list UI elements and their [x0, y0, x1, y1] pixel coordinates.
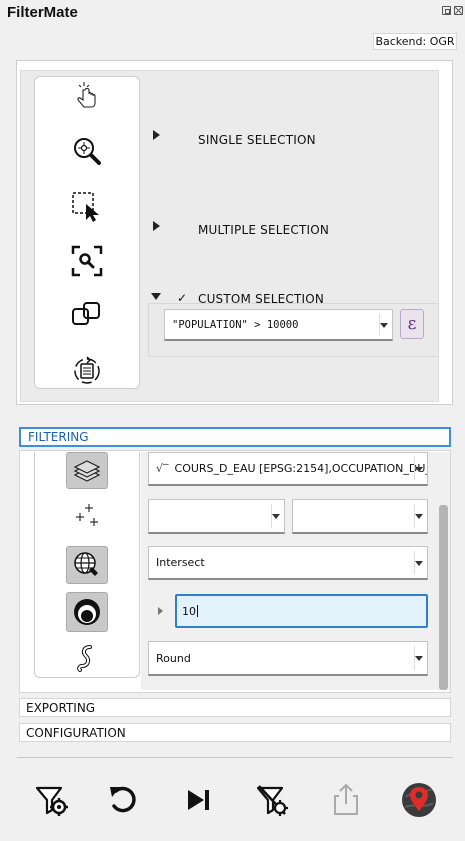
filter-settings-icon[interactable]: [32, 780, 72, 820]
export-share-icon[interactable]: [326, 780, 366, 820]
geo-predicate-icon[interactable]: [66, 546, 108, 584]
right-field-combo[interactable]: [292, 499, 428, 534]
backend-badge: Backend: OGR: [373, 33, 457, 50]
chevron-down-icon: [272, 514, 280, 519]
skip-next-icon[interactable]: [178, 780, 218, 820]
layers-toggle-icon[interactable]: [66, 452, 108, 489]
undo-icon[interactable]: [104, 780, 144, 820]
expression-builder-button[interactable]: ε: [400, 309, 424, 339]
clear-filter-icon[interactable]: [252, 780, 292, 820]
custom-expression-combo[interactable]: "POPULATION" > 10000: [164, 309, 393, 341]
buffer-distance-input[interactable]: 10: [175, 594, 428, 628]
custom-expression-text: "POPULATION" > 10000: [172, 318, 299, 331]
source-layers-combo[interactable]: √‾ COURS_D_EAU [EPSG:2154],OCCUPATION_DU…: [148, 452, 428, 486]
geometric-predicate-combo[interactable]: Intersect: [148, 546, 428, 580]
buffer-icon[interactable]: [66, 592, 108, 632]
float-window-icon[interactable]: [442, 6, 451, 15]
multiple-selection-label[interactable]: MULTIPLE SELECTION: [198, 223, 329, 237]
chevron-down-icon: [415, 656, 423, 661]
single-selection-label[interactable]: SINGLE SELECTION: [198, 133, 316, 147]
chevron-down-icon: [380, 322, 388, 328]
buffer-distance-value: 10: [182, 604, 196, 618]
identify-feature-icon[interactable]: [70, 244, 104, 278]
chevron-down-icon: [415, 466, 423, 472]
add-points-icon[interactable]: [66, 500, 108, 534]
duplicate-layer-icon[interactable]: [70, 299, 104, 333]
chevron-down-icon: [415, 560, 423, 566]
geometric-predicate-text: Intersect: [156, 556, 205, 569]
rectangle-select-icon[interactable]: [70, 189, 104, 223]
buffer-expander[interactable]: [158, 607, 163, 615]
configuration-section-header[interactable]: CONFIGURATION: [19, 723, 451, 742]
buffer-type-text: Round: [156, 651, 191, 665]
exporting-section-header[interactable]: EXPORTING: [19, 698, 451, 717]
close-window-icon[interactable]: [454, 6, 463, 15]
single-selection-expander[interactable]: [153, 130, 160, 140]
multiple-selection-expander[interactable]: [153, 221, 160, 231]
filtering-scrollbar-thumb[interactable]: [439, 505, 448, 690]
filtering-section-header[interactable]: FILTERING: [19, 427, 451, 447]
checkbox-list-icon: √‾: [156, 462, 169, 475]
custom-selection-expander[interactable]: [151, 293, 161, 300]
map-location-icon[interactable]: [399, 780, 439, 820]
left-field-combo[interactable]: [148, 499, 285, 534]
zoom-to-feature-icon[interactable]: [70, 134, 104, 168]
buffer-type-combo[interactable]: Round: [148, 641, 428, 676]
pointer-hand-icon[interactable]: [70, 79, 104, 113]
app-title: FilterMate: [7, 4, 78, 21]
layer-refresh-icon[interactable]: [70, 353, 104, 387]
source-layers-text: COURS_D_EAU [EPSG:2154],OCCUPATION_DU_: [174, 462, 428, 475]
line-style-icon[interactable]: [66, 642, 108, 676]
selection-tool-strip: [34, 76, 140, 389]
chevron-down-icon: [415, 514, 423, 519]
